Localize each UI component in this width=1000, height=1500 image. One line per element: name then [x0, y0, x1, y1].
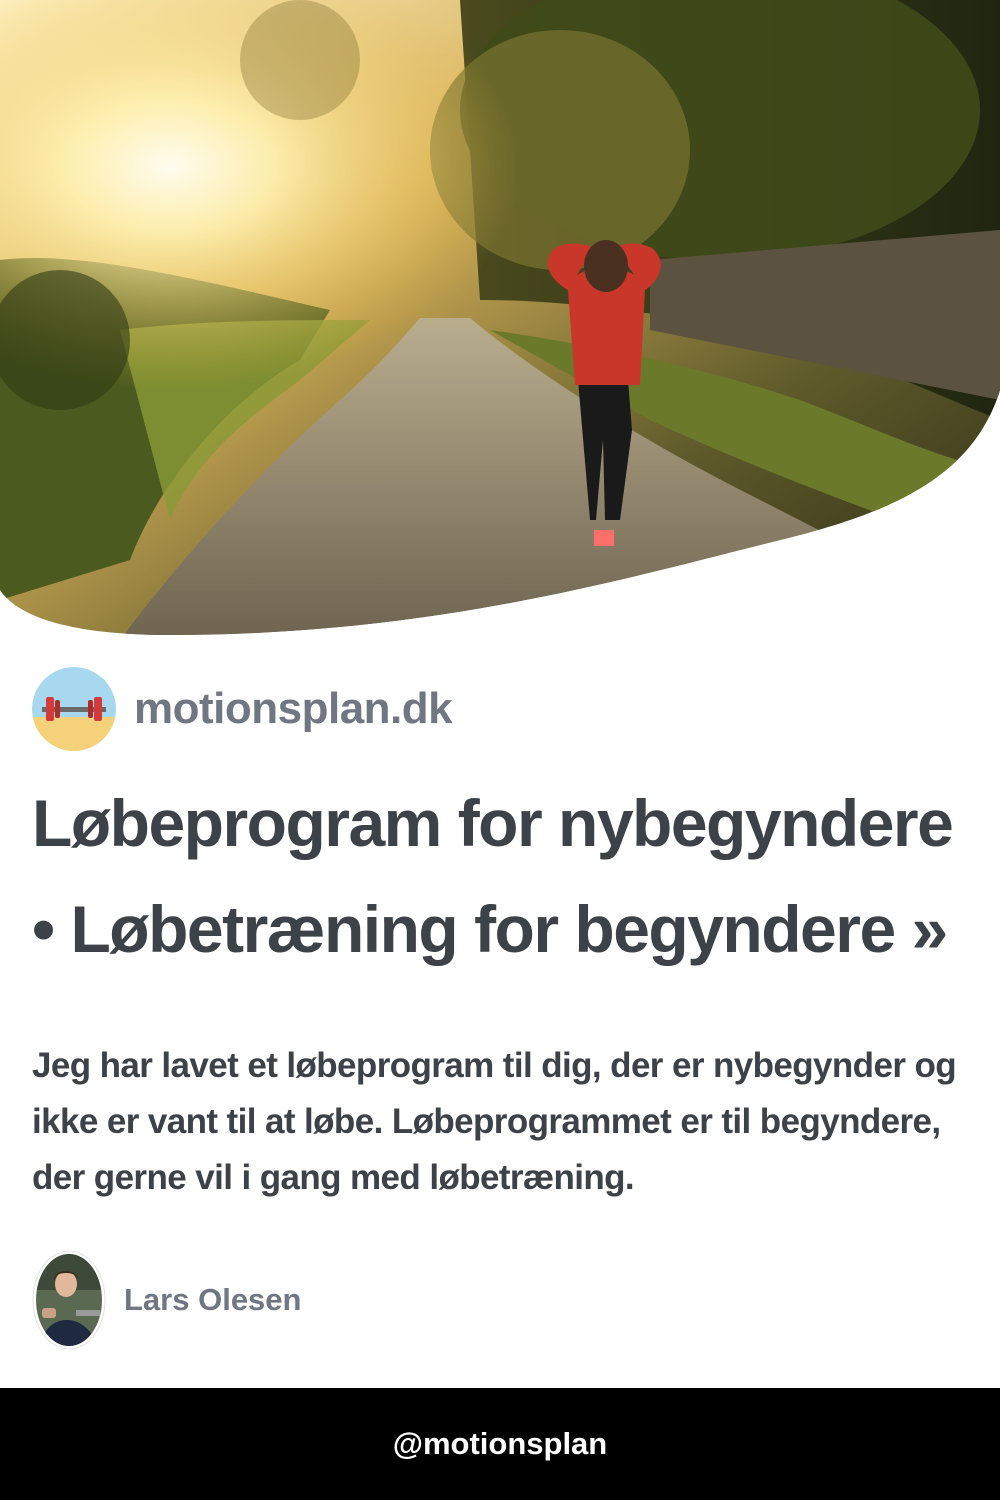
site-header: motionsplan.dk: [32, 666, 453, 752]
article-title[interactable]: Løbeprogram for nybegyndere • Løbetrænin…: [32, 770, 982, 982]
footer-bar: @motionsplan: [0, 1388, 1000, 1500]
avatar: [32, 1250, 106, 1350]
hero-photo: [0, 0, 1000, 640]
author-byline: Lars Olesen: [32, 1250, 301, 1350]
social-handle[interactable]: @motionsplan: [393, 1426, 608, 1462]
author-name[interactable]: Lars Olesen: [124, 1282, 301, 1318]
site-name[interactable]: motionsplan.dk: [134, 684, 453, 734]
share-card: motionsplan.dk Løbeprogram for nybegynde…: [0, 0, 1000, 1500]
barbell-icon: [32, 667, 116, 751]
article-description: Jeg har lavet et løbeprogram til dig, de…: [32, 1046, 957, 1197]
